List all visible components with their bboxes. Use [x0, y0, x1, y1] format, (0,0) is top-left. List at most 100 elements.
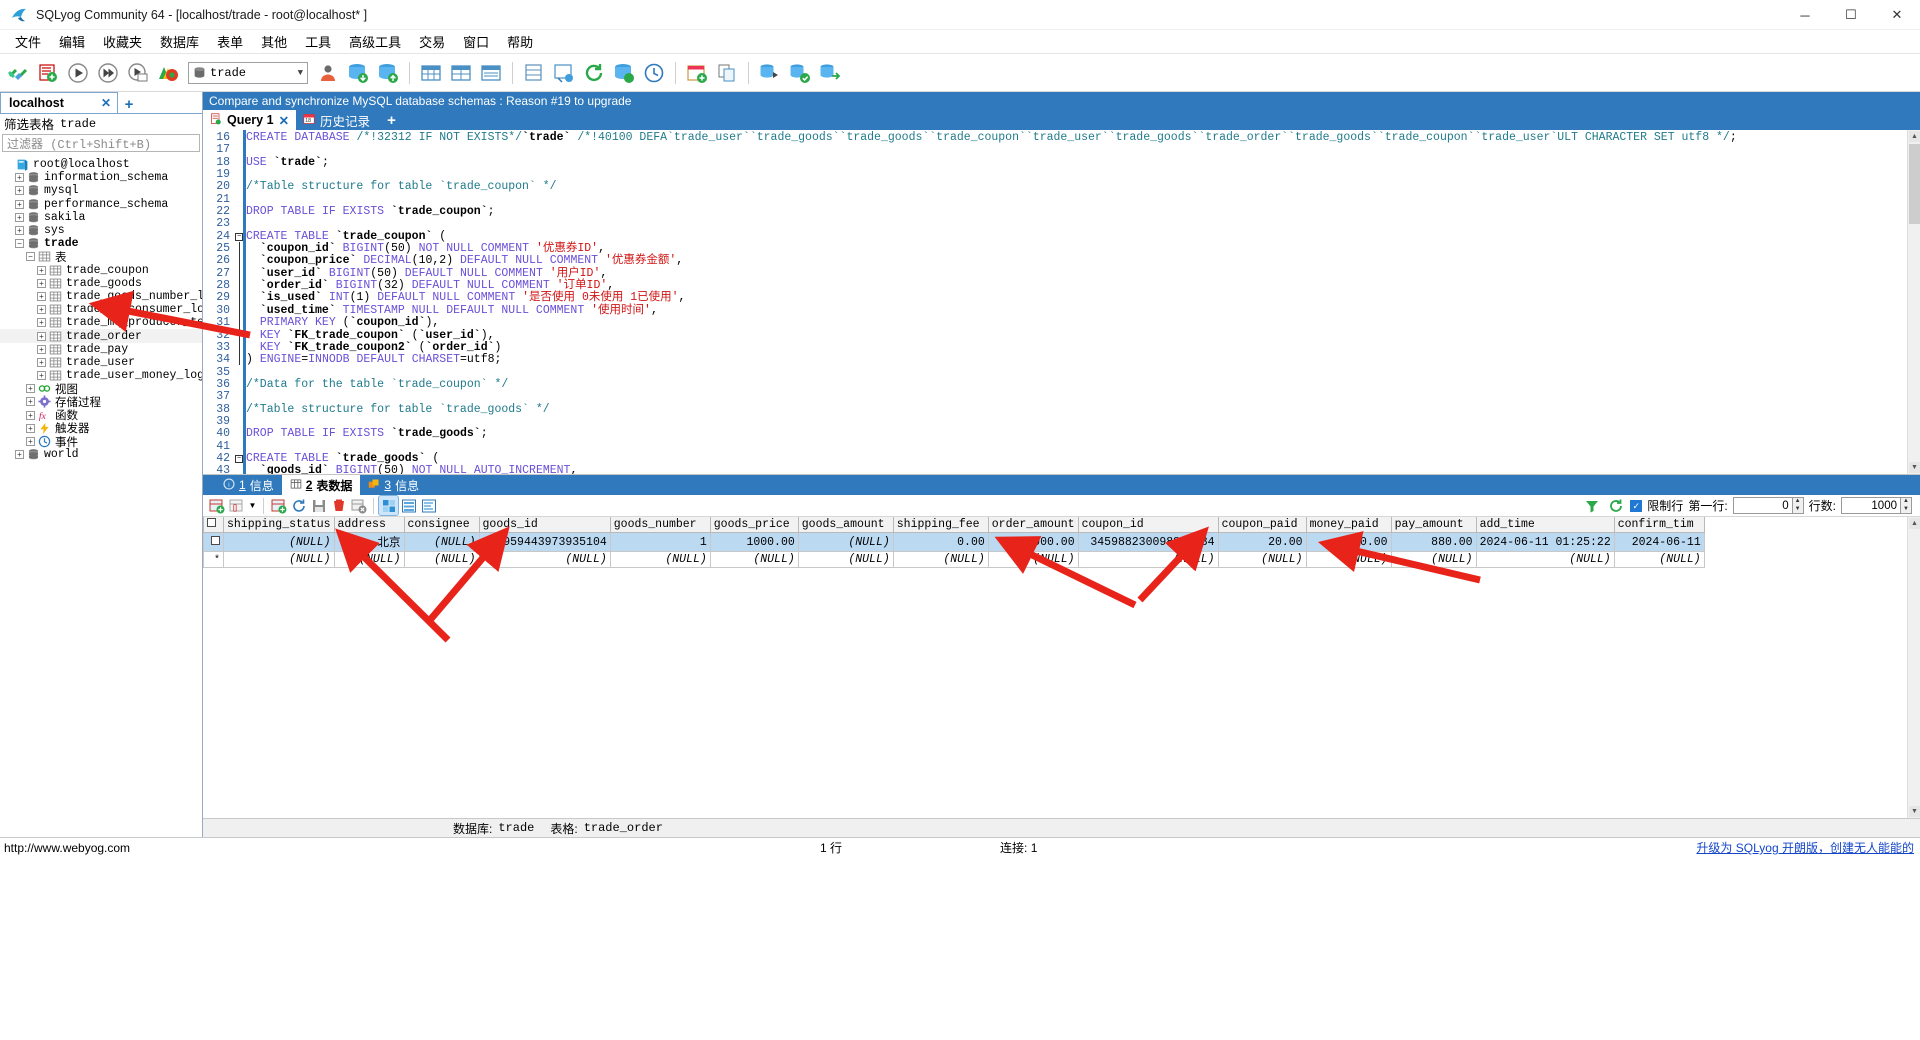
tree-item---[interactable]: + 视图	[0, 382, 202, 397]
scroll-down-arrow-icon[interactable]: ▼	[1909, 462, 1920, 473]
tree-item-trade_order[interactable]: + trade_order	[0, 329, 202, 343]
refresh-data-icon[interactable]	[289, 496, 308, 515]
expand-icon[interactable]: +	[26, 384, 35, 394]
column-header-address[interactable]: address	[333, 517, 405, 533]
compare-database-icon[interactable]	[786, 58, 814, 88]
menu-item-6[interactable]: 工具	[296, 30, 340, 53]
insert-blank-row-icon[interactable]: []	[227, 496, 246, 515]
column-header-shipping_fee[interactable]: shipping_fee	[892, 517, 989, 533]
expand-icon[interactable]: +	[37, 357, 46, 367]
cell-pay_amount[interactable]: 880.00	[1390, 532, 1477, 552]
sql-formatter-icon[interactable]	[154, 58, 182, 88]
expand-icon[interactable]: +	[15, 226, 24, 236]
cell-money_paid[interactable]: (NULL)	[1305, 551, 1392, 568]
sql-editor[interactable]: 16 17 18 19 20 21 22 23 24 25 26 27 28 29 30 31 32 33 34 35…	[203, 130, 1920, 475]
column-header-pay_amount[interactable]: pay_amount	[1390, 517, 1477, 533]
cell-add_time[interactable]: (NULL)	[1475, 551, 1615, 568]
menu-item-2[interactable]: 收藏夹	[94, 30, 151, 53]
column-header-confirm_tim[interactable]: confirm_tim	[1613, 517, 1705, 533]
menu-item-9[interactable]: 窗口	[454, 30, 498, 53]
code-fold-toggle[interactable]: −	[235, 232, 243, 241]
expand-icon[interactable]: +	[15, 186, 24, 196]
close-icon[interactable]: ✕	[279, 113, 289, 128]
column-header-add_time[interactable]: add_time	[1475, 517, 1615, 533]
collapse-icon[interactable]: −	[26, 252, 35, 262]
cell-confirm_tim[interactable]: 2024-06-11	[1613, 532, 1705, 552]
schema-designer-icon[interactable]	[550, 58, 578, 88]
expand-icon[interactable]: +	[26, 397, 35, 407]
cell-goods_price[interactable]: 1000.00	[709, 532, 799, 552]
expand-icon[interactable]: +	[37, 305, 46, 315]
table-grid-icon[interactable]	[447, 58, 475, 88]
expand-icon[interactable]: +	[37, 371, 46, 381]
tree-item-----[interactable]: + 存储过程	[0, 395, 202, 410]
limit-rows-checkbox[interactable]: ✓	[1630, 499, 1643, 512]
user-manager-icon[interactable]	[314, 58, 342, 88]
expand-icon[interactable]: +	[26, 423, 35, 433]
rows-count-input[interactable]: 1000	[1841, 497, 1901, 514]
tree-item-trade[interactable]: − trade	[0, 237, 202, 250]
code-line[interactable]: /*Table structure for table `trade_goods…	[246, 403, 1920, 416]
delete-row-icon[interactable]	[329, 496, 348, 515]
tree-item-trade_goods_number_log[interactable]: + trade_goods_number_log	[0, 290, 202, 303]
promo-banner[interactable]: Compare and synchronize MySQL database s…	[203, 92, 1920, 110]
sql-code-area[interactable]: CREATE DATABASE /*!32312 IF NOT EXISTS*/…	[246, 130, 1920, 474]
result-grid-container[interactable]: shipping_status address consignee goods_id g…	[203, 517, 1920, 818]
query-tab-1[interactable]: 18 历史记录	[296, 110, 377, 130]
expand-icon[interactable]: +	[37, 344, 46, 354]
column-header-coupon_paid[interactable]: coupon_paid	[1217, 517, 1307, 533]
execute-query-icon[interactable]	[64, 58, 92, 88]
column-header-consignee[interactable]: consignee	[403, 517, 480, 533]
code-line[interactable]: /*Table structure for table `trade_coupo…	[246, 181, 1920, 193]
expand-icon[interactable]: +	[37, 318, 46, 328]
database-selector[interactable]: trade ▼	[188, 61, 308, 84]
expand-icon[interactable]: +	[37, 291, 46, 301]
tree-item-mysql[interactable]: + mysql	[0, 184, 202, 197]
result-tab-信息-1[interactable]: i 1 信息	[215, 475, 282, 495]
cell-goods_id[interactable]: 345959443973935104	[478, 532, 611, 552]
tree-item-sys[interactable]: + sys	[0, 224, 202, 237]
tree-item-trade_coupon[interactable]: + trade_coupon	[0, 264, 202, 277]
tree-item-information_schema[interactable]: + information_schema	[0, 171, 202, 184]
new-table-icon[interactable]	[520, 58, 548, 88]
tree-item-performance_schema[interactable]: + performance_schema	[0, 198, 202, 211]
webyog-url-link[interactable]: http://www.webyog.com	[0, 841, 130, 855]
dropdown-caret-icon[interactable]: ▼	[247, 496, 258, 515]
minimize-button[interactable]: ─	[1782, 0, 1828, 30]
tree-item-world[interactable]: + world	[0, 448, 202, 461]
code-line[interactable]	[246, 218, 1920, 230]
first-row-spinner[interactable]: ▲ ▼	[1792, 497, 1804, 514]
menu-item-7[interactable]: 高级工具	[340, 30, 410, 53]
grid-scroll-down-arrow-icon[interactable]: ▼	[1909, 806, 1920, 817]
cell-coupon_paid[interactable]: (NULL)	[1217, 551, 1307, 568]
insert-row-icon[interactable]	[207, 496, 226, 515]
execute-all-icon[interactable]	[94, 58, 122, 88]
tree-item---[interactable]: + fx 函数	[0, 409, 202, 423]
duplicate-row-icon[interactable]	[269, 496, 288, 515]
cell-money_paid[interactable]: 100.00	[1305, 532, 1392, 552]
tree-item-trade_mq_producer_temp[interactable]: + trade_mq_producer_temp	[0, 316, 202, 329]
cell-goods_number[interactable]: 1	[609, 532, 711, 552]
code-line[interactable]: DROP TABLE IF EXISTS `trade_goods`;	[246, 428, 1920, 440]
filter-input[interactable]: 过滤器 (Ctrl+Shift+B)	[2, 134, 200, 152]
cell-shipping_fee[interactable]: 0.00	[892, 532, 989, 552]
restore-database-icon[interactable]	[374, 58, 402, 88]
code-line[interactable]	[246, 194, 1920, 206]
grid-view-icon[interactable]	[378, 495, 399, 516]
form-view-icon[interactable]	[399, 496, 418, 515]
execute-partial-icon[interactable]	[124, 58, 152, 88]
expand-icon[interactable]: +	[15, 212, 24, 222]
code-line[interactable]	[246, 441, 1920, 453]
code-line[interactable]: DROP TABLE IF EXISTS `trade_coupon`;	[246, 205, 1920, 218]
cell-confirm_tim[interactable]: (NULL)	[1613, 551, 1705, 568]
code-fold-toggle[interactable]: −	[235, 455, 243, 464]
migrate-database-icon[interactable]	[816, 58, 844, 88]
cell-coupon_paid[interactable]: 20.00	[1217, 532, 1307, 552]
cell-address[interactable]: (NULL)	[333, 551, 405, 568]
scheduler-icon[interactable]	[683, 58, 711, 88]
cell-goods_id[interactable]: (NULL)	[478, 551, 611, 568]
text-view-icon[interactable]	[419, 496, 438, 515]
code-line[interactable]: `goods_id` BIGINT(50) NOT NULL AUTO_INCR…	[246, 465, 1920, 474]
code-line[interactable]: `used_time` TIMESTAMP NULL DEFAULT NULL …	[246, 304, 1920, 317]
column-header-order_amount[interactable]: order_amount	[987, 517, 1079, 533]
